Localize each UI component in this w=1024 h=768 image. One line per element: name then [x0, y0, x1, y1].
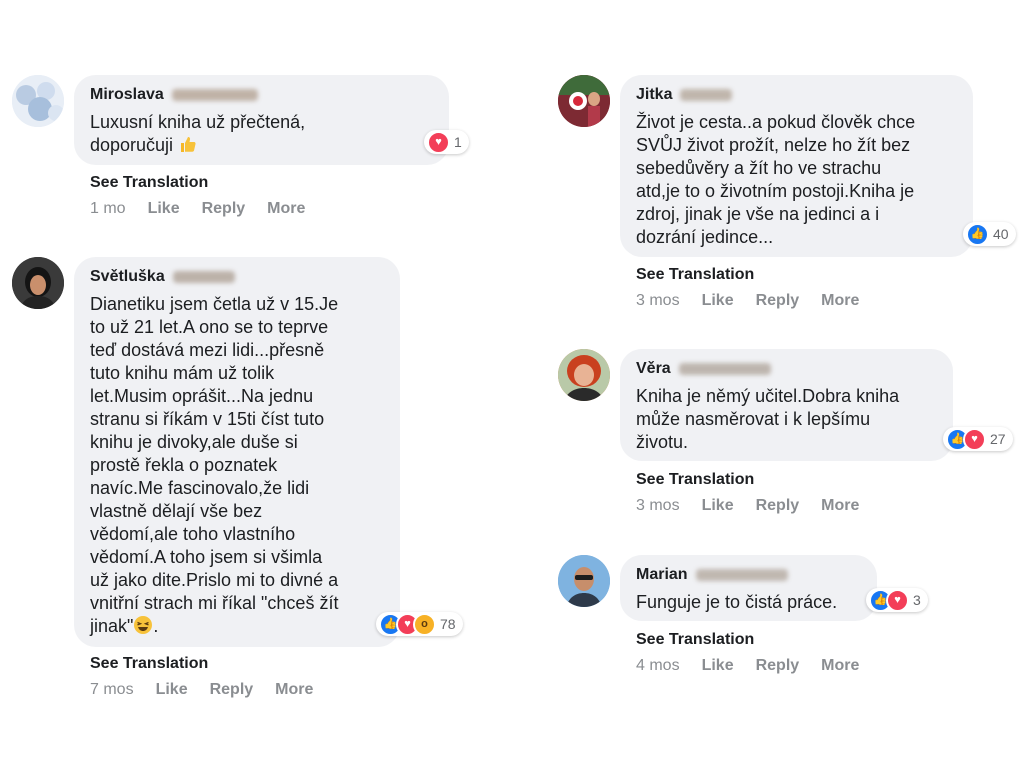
avatar-image [558, 555, 610, 607]
avatar-image [12, 75, 64, 127]
comment-timestamp[interactable]: 3 mos [636, 497, 680, 515]
comment-actions: 7 mos Like Reply More [90, 681, 335, 699]
reply-button[interactable]: Reply [210, 681, 254, 699]
like-button[interactable]: Like [702, 292, 734, 310]
like-reaction-icon: 👍 [966, 222, 989, 246]
comment-timestamp[interactable]: 7 mos [90, 681, 134, 699]
laughing-emoji-icon [133, 615, 153, 635]
comment-actions: 3 mos Like Reply More [636, 497, 881, 515]
more-button[interactable]: More [821, 292, 859, 310]
reaction-count: 40 [993, 226, 1009, 242]
see-translation-link[interactable]: See Translation [636, 631, 754, 649]
more-button[interactable]: More [275, 681, 313, 699]
love-reaction-icon: ♥ [427, 130, 450, 154]
reply-button[interactable]: Reply [756, 292, 800, 310]
avatar[interactable] [12, 75, 64, 127]
avatar[interactable] [12, 257, 64, 309]
commenter-name[interactable]: Světluška [90, 268, 165, 286]
comment-actions: 4 mos Like Reply More [636, 657, 881, 675]
thumbs-up-emoji-icon [178, 134, 198, 154]
more-button[interactable]: More [267, 200, 305, 218]
more-button[interactable]: More [821, 497, 859, 515]
commenter-name[interactable]: Marian [636, 566, 688, 584]
see-translation-link[interactable]: See Translation [90, 174, 208, 192]
comment-actions: 1 mo Like Reply More [90, 200, 327, 218]
reactions-summary[interactable]: 👍 ♥ o 78 [376, 612, 463, 636]
reply-button[interactable]: Reply [756, 657, 800, 675]
blurred-surname [695, 569, 788, 581]
reactions-summary[interactable]: 👍 ♥ 3 [866, 588, 928, 612]
avatar[interactable] [558, 75, 610, 127]
comment-bubble: Věra Kniha je němý učitel.Dobra kniha mů… [620, 349, 953, 461]
wow-reaction-icon: o [413, 612, 436, 636]
reaction-count: 27 [990, 431, 1006, 447]
reactions-summary[interactable]: ♥ 1 [424, 130, 469, 154]
love-reaction-icon: ♥ [963, 427, 986, 451]
comment-timestamp[interactable]: 3 mos [636, 292, 680, 310]
comment-bubble: Marian Funguje je to čistá práce. [620, 555, 877, 621]
avatar[interactable] [558, 349, 610, 401]
comment-text: Život je cesta..a pokud člověk chce SVŮJ… [636, 112, 916, 247]
see-translation-link[interactable]: See Translation [90, 655, 208, 673]
blurred-surname [172, 271, 235, 283]
see-translation-link[interactable]: See Translation [636, 266, 754, 284]
commenter-name[interactable]: Věra [636, 360, 671, 378]
comment-text: Dianetiku jsem četla už v 15.Je to už 21… [90, 294, 339, 636]
comment-bubble: Miroslava Luxusní kniha už přečtená, dop… [74, 75, 449, 165]
commenter-name[interactable]: Jitka [636, 86, 672, 104]
blurred-surname [678, 363, 771, 375]
like-button[interactable]: Like [148, 200, 180, 218]
more-button[interactable]: More [821, 657, 859, 675]
reactions-summary[interactable]: 👍 40 [963, 222, 1016, 246]
reply-button[interactable]: Reply [756, 497, 800, 515]
avatar-image [558, 75, 610, 127]
reply-button[interactable]: Reply [202, 200, 246, 218]
comment-text: Luxusní kniha už přečtená, doporučuji [90, 112, 306, 155]
love-reaction-icon: ♥ [886, 588, 909, 612]
see-translation-link[interactable]: See Translation [636, 471, 754, 489]
blurred-surname [171, 89, 258, 101]
comment-bubble: Jitka Život je cesta..a pokud člověk chc… [620, 75, 973, 257]
like-button[interactable]: Like [702, 657, 734, 675]
reaction-count: 1 [454, 134, 462, 150]
comment-bubble: Světluška Dianetiku jsem četla už v 15.J… [74, 257, 400, 647]
reaction-count: 78 [440, 616, 456, 632]
avatar[interactable] [558, 555, 610, 607]
blurred-surname [680, 89, 733, 101]
comment-timestamp[interactable]: 1 mo [90, 200, 126, 218]
commenter-name[interactable]: Miroslava [90, 86, 164, 104]
reaction-count: 3 [913, 592, 921, 608]
comment-text: Funguje je to čistá práce. [636, 592, 838, 612]
comment-timestamp[interactable]: 4 mos [636, 657, 680, 675]
like-button[interactable]: Like [702, 497, 734, 515]
like-button[interactable]: Like [156, 681, 188, 699]
comment-text: Kniha je němý učitel.Dobra kniha může na… [636, 386, 900, 452]
reactions-summary[interactable]: 👍 ♥ 27 [943, 427, 1013, 451]
avatar-image [12, 257, 64, 309]
avatar-image [558, 349, 610, 401]
comment-actions: 3 mos Like Reply More [636, 292, 881, 310]
